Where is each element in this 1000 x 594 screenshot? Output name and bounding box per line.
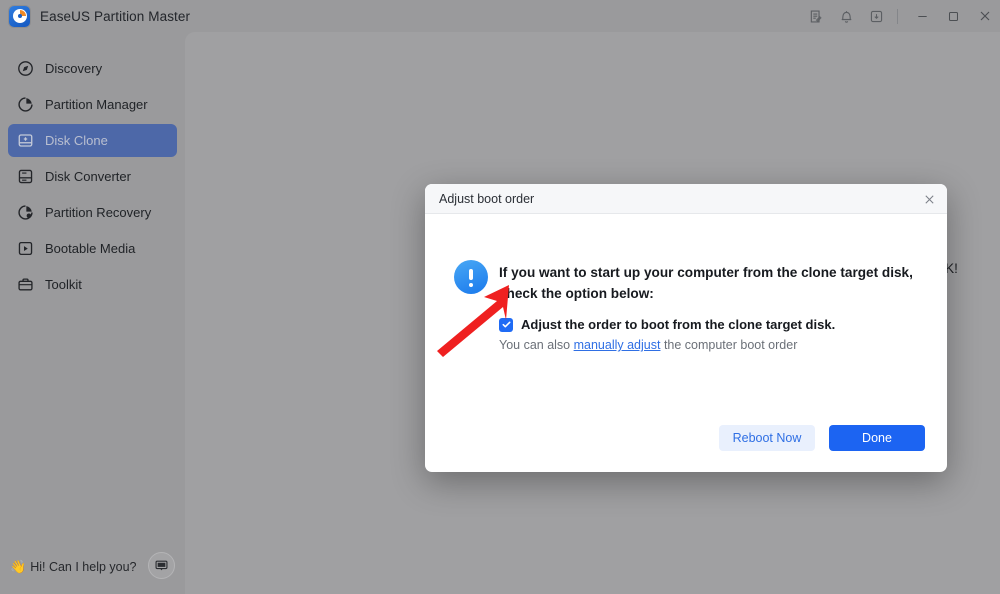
dialog-header: Adjust boot order — [425, 184, 947, 214]
partition-recovery-icon — [16, 204, 34, 222]
adjust-boot-order-dialog: Adjust boot order If you want to start u… — [425, 184, 947, 472]
manual-adjust-hint: You can also manually adjust the compute… — [499, 338, 797, 352]
main-content: rom Disk 3. And everything is OK! Adjust… — [185, 32, 1000, 594]
compass-icon — [16, 60, 34, 78]
sidebar-item-disk-clone[interactable]: Disk Clone — [8, 124, 177, 157]
minimize-button[interactable] — [907, 0, 938, 32]
checkbox-checked-icon[interactable] — [499, 317, 513, 332]
sidebar-item-toolkit[interactable]: Toolkit — [8, 268, 177, 301]
checkbox-label: Adjust the order to boot from the clone … — [521, 317, 836, 332]
sidebar-item-label: Bootable Media — [45, 241, 136, 256]
dialog-body: If you want to start up your computer fr… — [425, 214, 947, 471]
sidebar-item-label: Discovery — [45, 61, 103, 76]
help-prompt: 👋 Hi! Can I help you? — [10, 559, 137, 575]
dialog-headline: If you want to start up your computer fr… — [499, 265, 913, 302]
sidebar-item-disk-converter[interactable]: Disk Converter — [8, 160, 177, 193]
titlebar-divider — [897, 8, 898, 24]
title-bar-actions — [801, 0, 1000, 32]
dialog-title: Adjust boot order — [439, 191, 535, 206]
waving-hand-icon: 👋 — [10, 559, 27, 574]
disk-converter-icon — [16, 168, 34, 186]
sidebar-item-partition-manager[interactable]: Partition Manager — [8, 88, 177, 121]
done-button[interactable]: Done — [829, 425, 925, 451]
sidebar-item-label: Disk Clone — [45, 133, 108, 148]
close-button[interactable] — [969, 0, 1000, 32]
title-bar: EaseUS Partition Master — [0, 0, 1000, 32]
help-row: 👋 Hi! Can I help you? — [0, 540, 185, 594]
hint-text-after: the computer boot order — [660, 338, 798, 352]
pie-disk-icon — [16, 96, 34, 114]
bootable-media-icon — [16, 240, 34, 258]
sidebar-item-label: Partition Manager — [45, 97, 148, 112]
sidebar-item-label: Partition Recovery — [45, 205, 152, 220]
app-window: EaseUS Partition Master Discovery Partit… — [0, 0, 1000, 594]
maximize-button[interactable] — [938, 0, 969, 32]
toolkit-icon — [16, 276, 34, 294]
sidebar-item-label: Disk Converter — [45, 169, 131, 184]
info-exclamation-icon — [454, 260, 488, 294]
reboot-now-button[interactable]: Reboot Now — [719, 425, 815, 451]
disk-clone-icon — [16, 132, 34, 150]
sidebar-item-label: Toolkit — [45, 277, 82, 292]
sidebar-nav: Discovery Partition Manager Disk Clone D… — [0, 32, 185, 301]
help-prompt-label: Hi! Can I help you? — [30, 560, 137, 574]
sidebar-item-partition-recovery[interactable]: Partition Recovery — [8, 196, 177, 229]
manually-adjust-link[interactable]: manually adjust — [574, 338, 661, 352]
feedback-icon[interactable] — [801, 0, 831, 32]
sidebar-item-bootable-media[interactable]: Bootable Media — [8, 232, 177, 265]
easeus-disk-logo-icon — [9, 5, 30, 27]
downloads-icon[interactable] — [861, 0, 891, 32]
close-icon[interactable] — [917, 187, 941, 211]
dialog-actions: Reboot Now Done — [719, 425, 925, 451]
sidebar: Discovery Partition Manager Disk Clone D… — [0, 32, 185, 594]
sidebar-item-discovery[interactable]: Discovery — [8, 52, 177, 85]
adjust-order-checkbox-row[interactable]: Adjust the order to boot from the clone … — [499, 317, 835, 332]
app-brand: EaseUS Partition Master — [0, 5, 191, 27]
notifications-bell-icon[interactable] — [831, 0, 861, 32]
app-title: EaseUS Partition Master — [40, 8, 191, 24]
hint-text-before: You can also — [499, 338, 574, 352]
live-chat-icon[interactable] — [148, 552, 175, 579]
